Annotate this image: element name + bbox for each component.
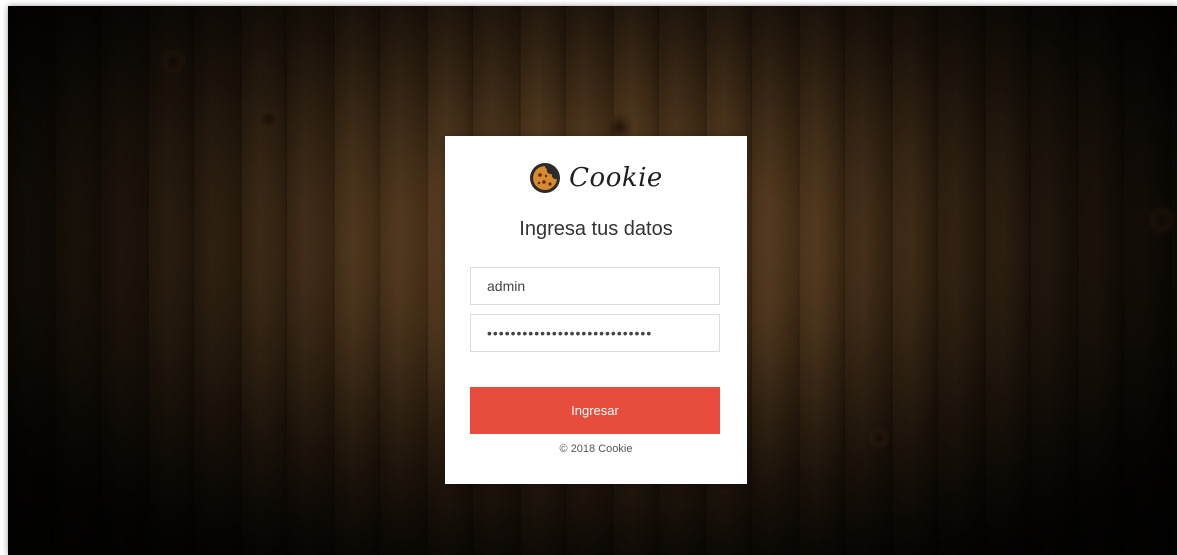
wood-knot bbox=[160, 46, 186, 76]
cookie-icon bbox=[530, 163, 561, 193]
footer-copyright: © 2018 Cookie bbox=[559, 443, 633, 455]
background-wood: Cookie Ingresa tus datos Ingresar © 2018… bbox=[8, 6, 1177, 555]
password-input[interactable] bbox=[470, 314, 720, 352]
login-card: Cookie Ingresa tus datos Ingresar © 2018… bbox=[445, 136, 747, 484]
username-input[interactable] bbox=[470, 267, 720, 305]
wood-knot bbox=[258, 106, 280, 132]
login-button[interactable]: Ingresar bbox=[470, 387, 720, 434]
brand-logo: Cookie bbox=[445, 162, 747, 194]
brand-name: Cookie bbox=[569, 163, 663, 193]
page-title: Ingresa tus datos bbox=[519, 218, 673, 240]
wood-knot bbox=[1148, 204, 1176, 236]
wood-knot bbox=[868, 426, 890, 450]
